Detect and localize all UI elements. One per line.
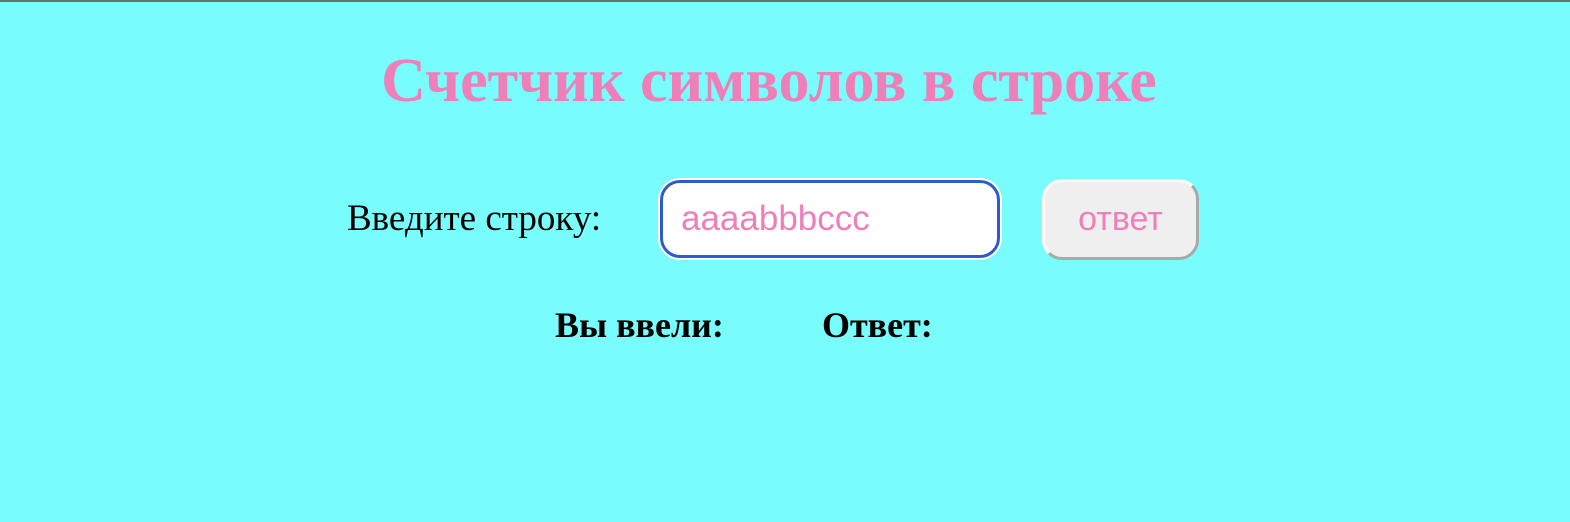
window-top-border [0, 0, 1570, 2]
answer-label: Ответ: [822, 305, 933, 345]
page-title: Счетчик символов в строке [381, 47, 1157, 115]
answer-button[interactable]: ответ [1042, 179, 1199, 260]
entered-string-label: Вы ввели: [555, 305, 724, 345]
string-input-label: Введите строку: [347, 198, 602, 239]
string-input[interactable] [660, 180, 1000, 258]
